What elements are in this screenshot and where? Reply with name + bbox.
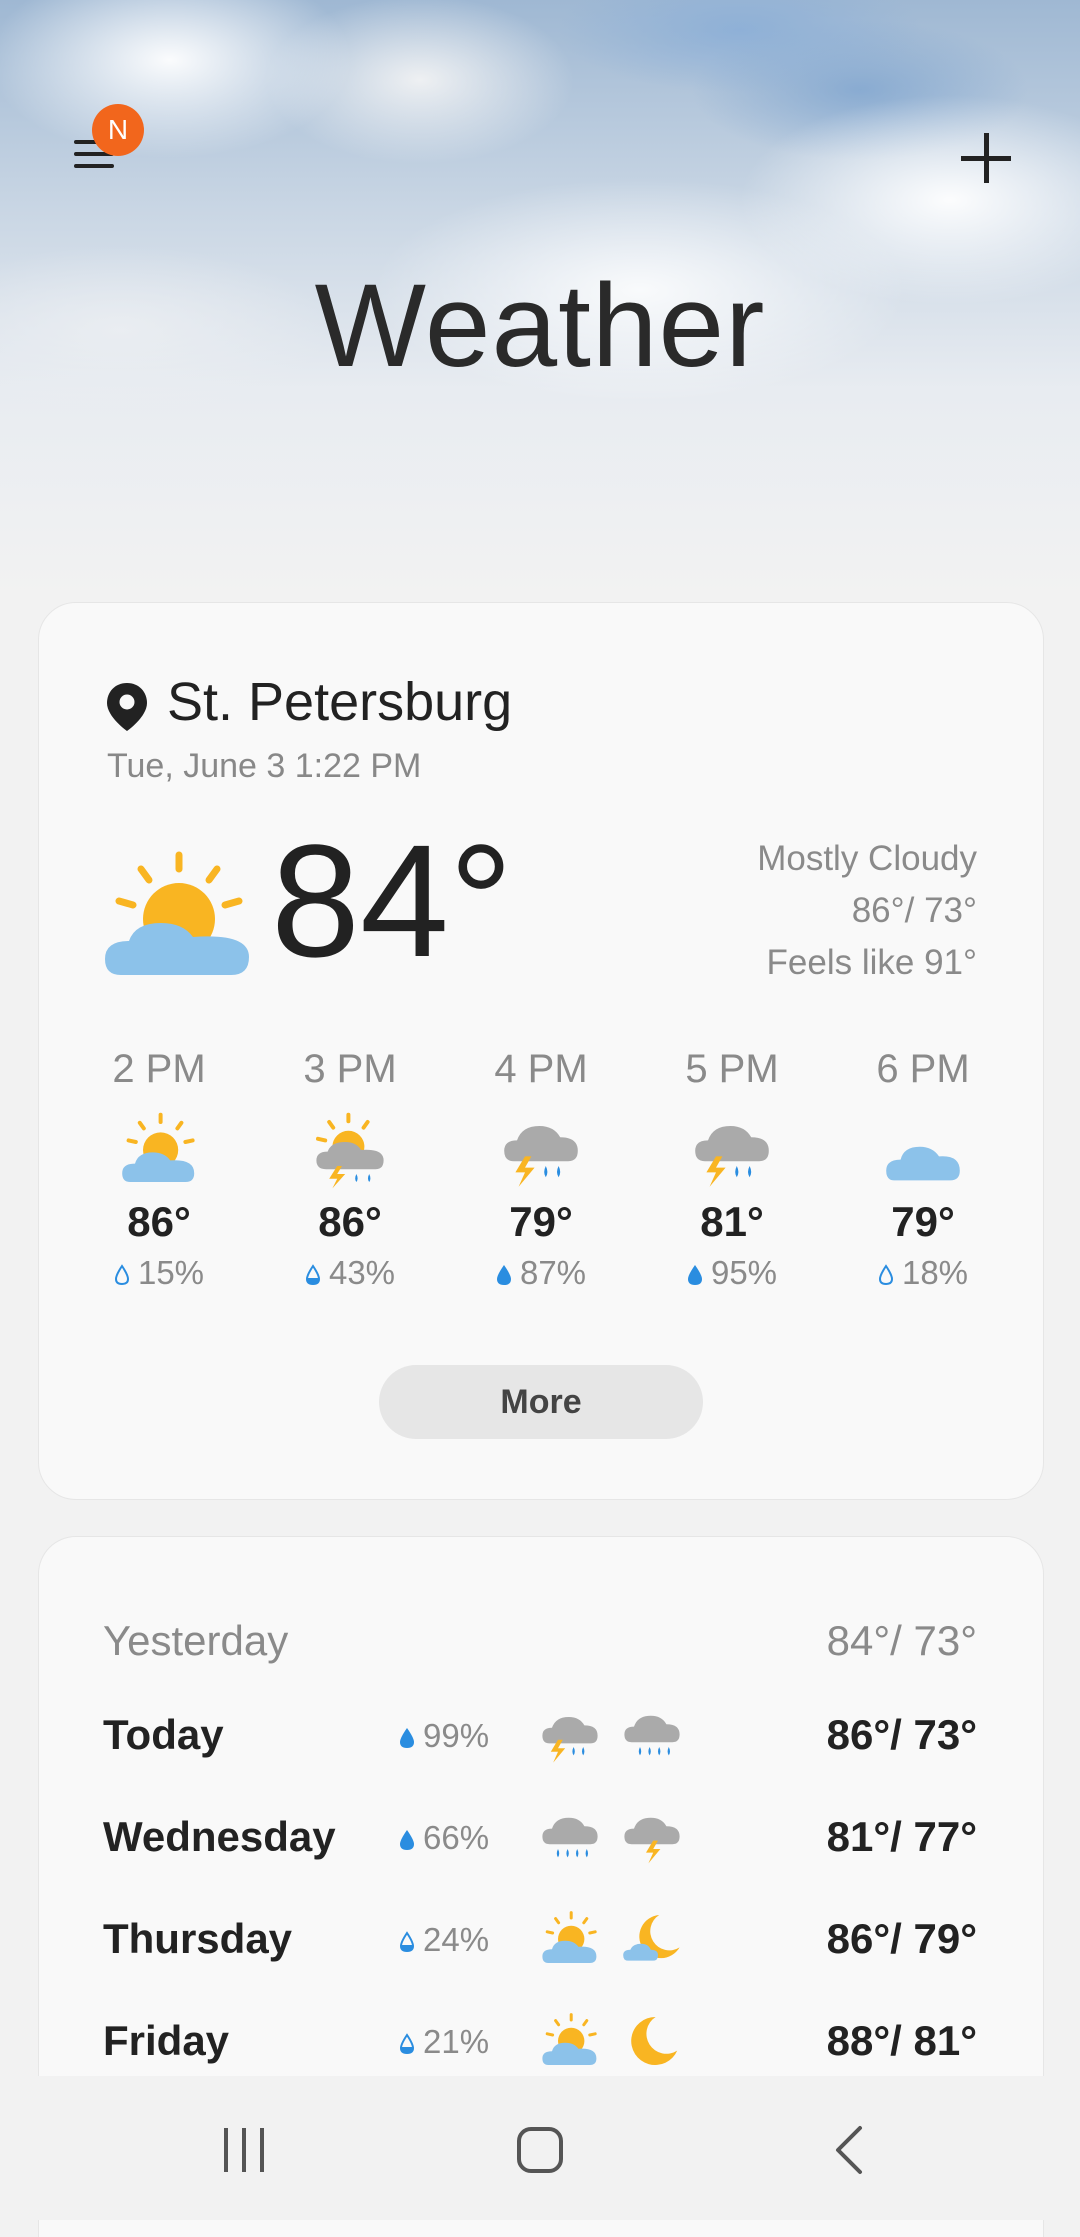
recent-apps-icon xyxy=(224,2128,264,2172)
day-high-low: 81°/ 77° xyxy=(826,1813,977,1860)
home-button[interactable] xyxy=(500,2120,580,2180)
partly-cloudy-night-icon xyxy=(619,1909,685,1969)
moon-icon xyxy=(619,2011,685,2071)
thunderstorm-icon xyxy=(496,1110,586,1190)
location-pin-icon xyxy=(107,683,147,731)
yesterday-label: Yesterday xyxy=(103,1617,289,1664)
drop-filled-icon xyxy=(399,1829,415,1851)
day-high-low: 88°/ 81° xyxy=(826,2017,977,2064)
drop-outline-icon xyxy=(878,1264,894,1286)
hour-time: 4 PM xyxy=(494,1047,588,1091)
hourly-item: 6 PM 79° 18% xyxy=(853,1047,993,1292)
drop-filled-icon xyxy=(496,1264,512,1286)
day-high-low: 86°/ 79° xyxy=(826,1915,977,1962)
hour-time: 3 PM xyxy=(303,1047,397,1091)
drop-half-icon xyxy=(305,1264,321,1286)
thunderstorm-icon xyxy=(537,1705,603,1765)
hour-time: 2 PM xyxy=(112,1047,206,1091)
feels-like-temperature: Feels like 91° xyxy=(766,943,977,982)
daily-row-friday[interactable]: Friday 21% 88°/ 81° xyxy=(39,2003,1043,2083)
hourly-item: 4 PM 79° 87% xyxy=(471,1047,611,1292)
hour-precipitation: 15% xyxy=(89,1254,229,1292)
hour-temperature: 81° xyxy=(700,1198,764,1245)
back-button[interactable] xyxy=(810,2120,890,2180)
day-name: Friday xyxy=(103,2017,230,2064)
thunder-cloud-icon xyxy=(619,1807,685,1867)
high-low-temperature: 86°/ 73° xyxy=(851,891,977,930)
daily-row-wednesday[interactable]: Wednesday 66% 81°/ 77° xyxy=(39,1799,1043,1879)
back-icon xyxy=(836,2126,862,2174)
drop-outline-icon xyxy=(114,1264,130,1286)
thunderstorm-icon xyxy=(687,1110,777,1190)
drop-filled-icon xyxy=(687,1264,703,1286)
day-precipitation: 21% xyxy=(399,2023,489,2061)
condition-text: Mostly Cloudy xyxy=(757,839,977,878)
hour-precipitation: 95% xyxy=(662,1254,802,1292)
hourly-item: 5 PM 81° 95% xyxy=(662,1047,802,1292)
current-weather-card[interactable]: St. Petersburg Tue, June 3 1:22 PM 84° M… xyxy=(38,602,1044,1500)
day-name: Wednesday xyxy=(103,1813,336,1860)
system-navigation-bar xyxy=(0,2076,1080,2220)
partly-cloudy-icon xyxy=(114,1110,204,1190)
current-datetime: Tue, June 3 1:22 PM xyxy=(107,747,422,785)
rain-icon xyxy=(537,1807,603,1867)
drop-half-icon xyxy=(399,2033,415,2055)
more-button[interactable]: More xyxy=(379,1365,703,1439)
partly-cloudy-icon xyxy=(537,1909,603,1969)
notification-badge: N xyxy=(92,104,144,156)
day-precipitation: 24% xyxy=(399,1921,489,1959)
hourly-item: 3 PM 86° 43% xyxy=(280,1047,420,1292)
hour-temperature: 86° xyxy=(318,1198,382,1245)
partly-cloudy-icon xyxy=(537,2011,603,2071)
hour-time: 5 PM xyxy=(685,1047,779,1091)
partly-cloudy-icon xyxy=(105,851,249,975)
day-high-low: 86°/ 73° xyxy=(826,1711,977,1758)
current-temperature: 84° xyxy=(271,811,513,990)
yesterday-row: Yesterday 84°/ 73° xyxy=(39,1603,1043,1683)
hour-time: 6 PM xyxy=(876,1047,970,1091)
day-name: Thursday xyxy=(103,1915,293,1962)
cloud-icon xyxy=(878,1110,968,1190)
hour-precipitation: 43% xyxy=(280,1254,420,1292)
day-precipitation: 66% xyxy=(399,1819,489,1857)
drop-filled-icon xyxy=(399,1727,415,1749)
yesterday-high-low: 84°/ 73° xyxy=(826,1617,977,1664)
daily-row-thursday[interactable]: Thursday 24% 86°/ 79° xyxy=(39,1901,1043,1981)
hour-temperature: 86° xyxy=(127,1198,191,1245)
hourly-item: 2 PM 86° 15% xyxy=(89,1047,229,1292)
day-name: Today xyxy=(103,1711,224,1758)
daily-row-today[interactable]: Today 99% 86°/ 73° xyxy=(39,1697,1043,1777)
add-location-button[interactable] xyxy=(956,128,1016,188)
hour-precipitation: 18% xyxy=(853,1254,993,1292)
hour-temperature: 79° xyxy=(891,1198,955,1245)
day-precipitation: 99% xyxy=(399,1717,489,1755)
location-name: St. Petersburg xyxy=(167,672,513,732)
hour-temperature: 79° xyxy=(509,1198,573,1245)
home-icon xyxy=(517,2127,563,2173)
recent-apps-button[interactable] xyxy=(204,2120,284,2180)
rain-icon xyxy=(619,1705,685,1765)
drop-half-icon xyxy=(399,1931,415,1953)
partly-cloudy-thunderstorm-icon xyxy=(305,1110,395,1190)
app-title: Weather xyxy=(314,260,766,392)
hour-precipitation: 87% xyxy=(471,1254,611,1292)
hourly-forecast[interactable]: 2 PM 86° 15% 3 PM 86° 43% 4 PM 79° 87% 5… xyxy=(69,1047,1029,1291)
